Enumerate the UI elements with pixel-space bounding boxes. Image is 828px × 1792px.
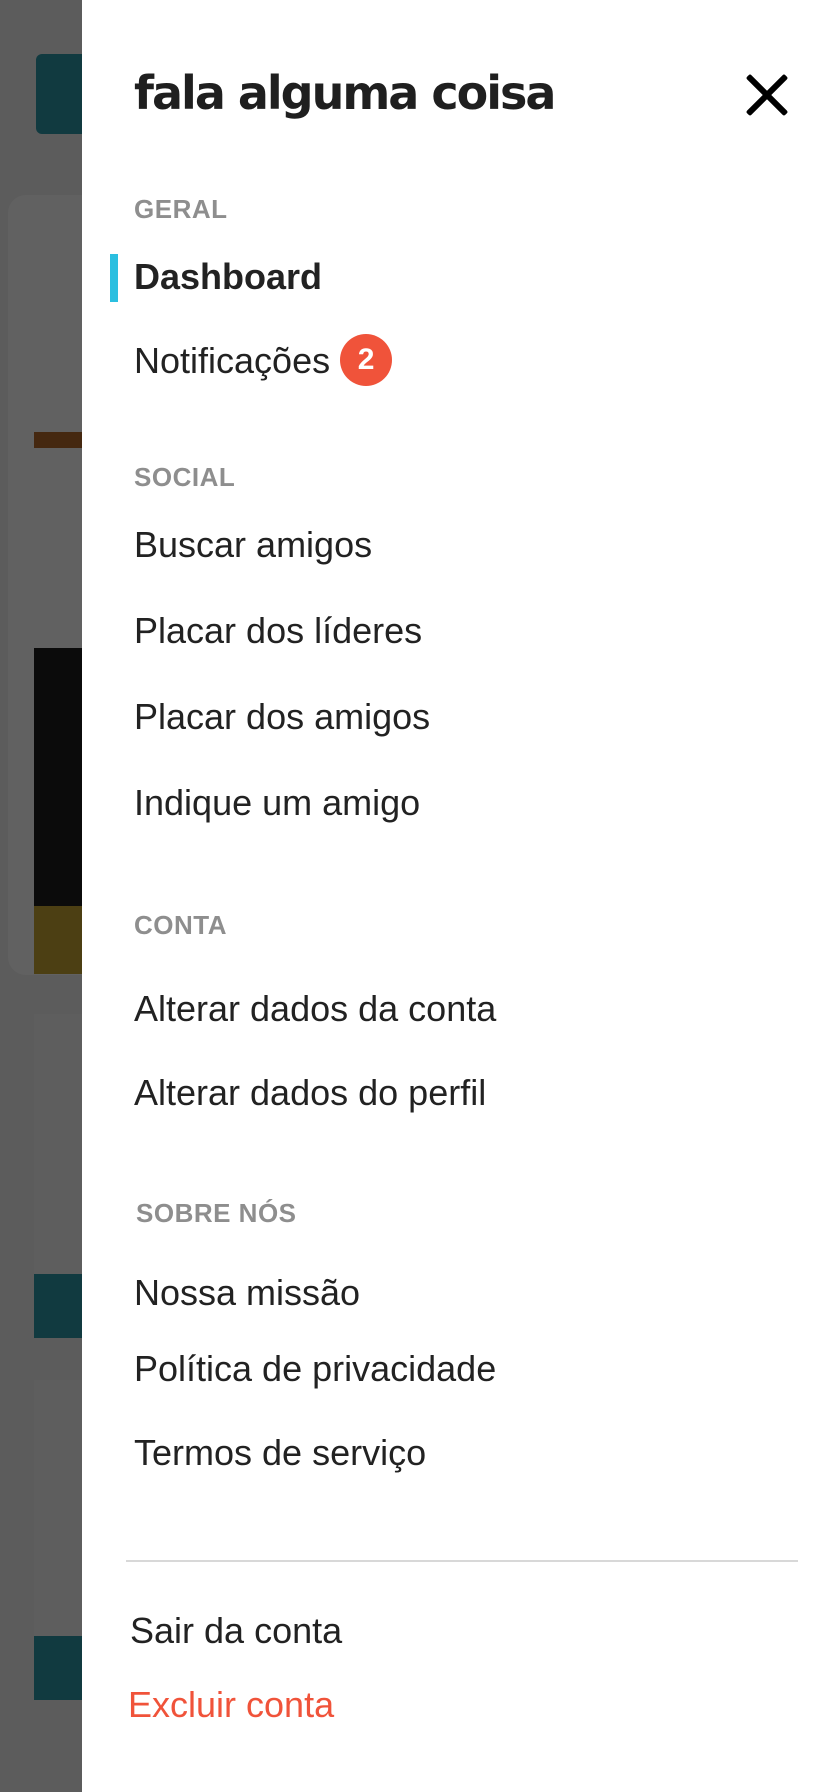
section-label-geral: GERAL — [134, 194, 228, 224]
nav-item-placar-amigos[interactable]: Placar dos amigos — [134, 696, 430, 738]
nav-item-alterar-perfil[interactable]: Alterar dados do perfil — [134, 1072, 486, 1114]
nav-item-label: Notificações — [134, 340, 331, 381]
active-indicator — [110, 254, 118, 302]
nav-item-indique-amigo[interactable]: Indique um amigo — [134, 782, 420, 824]
delete-account-link[interactable]: Excluir conta — [128, 1684, 334, 1726]
nav-item-buscar-amigos[interactable]: Buscar amigos — [134, 524, 372, 566]
side-drawer: fala alguma coisa GERAL Dashboard Notifi… — [82, 0, 828, 1792]
nav-item-missao[interactable]: Nossa missão — [134, 1272, 360, 1314]
nav-item-alterar-conta[interactable]: Alterar dados da conta — [134, 988, 496, 1030]
nav-item-placar-lideres[interactable]: Placar dos líderes — [134, 610, 422, 652]
divider — [126, 1560, 798, 1562]
nav-item-termos[interactable]: Termos de serviço — [134, 1432, 426, 1474]
section-label-sobre: SOBRE NÓS — [136, 1198, 297, 1228]
nav-item-notificacoes[interactable]: Notificações 2 — [134, 334, 393, 387]
brand-title: fala alguma coisa — [134, 66, 556, 120]
close-icon[interactable] — [744, 72, 790, 118]
notification-badge: 2 — [340, 334, 393, 387]
section-label-social: SOCIAL — [134, 462, 236, 492]
logout-link[interactable]: Sair da conta — [130, 1610, 342, 1652]
nav-item-dashboard[interactable]: Dashboard — [134, 256, 322, 298]
section-label-conta: CONTA — [134, 910, 228, 940]
nav-item-privacidade[interactable]: Política de privacidade — [134, 1348, 496, 1390]
